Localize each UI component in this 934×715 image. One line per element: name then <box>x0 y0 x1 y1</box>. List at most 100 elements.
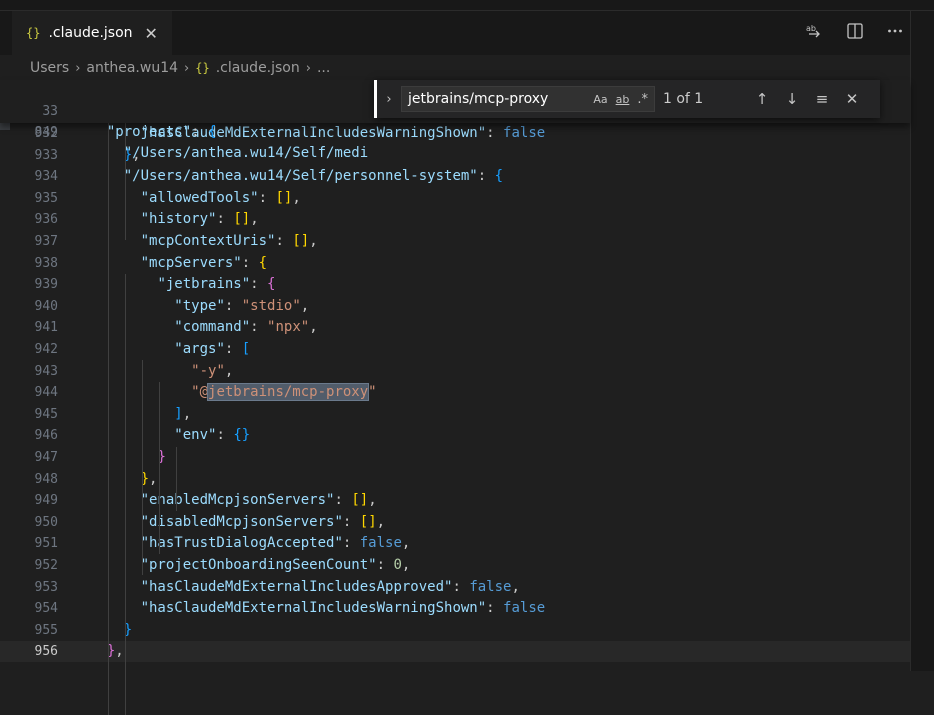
line-number: 943 <box>34 363 58 379</box>
code-text: "-y", <box>191 362 234 379</box>
find-input[interactable]: jetbrains/mcp-proxy Aa ab .* <box>401 86 655 112</box>
arrow-up-icon[interactable]: ↑ <box>747 90 777 108</box>
line-number: 954 <box>34 601 58 617</box>
code-line[interactable]: 942 "args": [ <box>0 339 910 360</box>
line-number: 941 <box>34 320 58 336</box>
arrow-down-icon[interactable]: ↓ <box>777 90 807 108</box>
code-line[interactable]: 943 "-y", <box>0 361 910 382</box>
find-query[interactable]: jetbrains/mcp-proxy <box>408 91 585 107</box>
whole-word-icon[interactable]: ab <box>616 93 630 106</box>
code-line[interactable]: 953 "hasClaudeMdExternalIncludesApproved… <box>0 577 910 598</box>
code-line[interactable]: 938 "mcpServers": { <box>0 253 910 274</box>
line-number: 952 <box>34 558 58 573</box>
line-number: 939 <box>34 277 58 293</box>
code-text: "enabledMcpjsonServers": [], <box>140 492 377 509</box>
code-text: "hasClaudeMdExternalIncludesApproved": f… <box>140 578 520 595</box>
code-line[interactable]: 955 } <box>0 620 910 641</box>
code-text: "hasTrustDialogAccepted": false, <box>140 535 411 552</box>
close-icon[interactable]: ✕ <box>837 90 867 108</box>
breadcrumb-item-more[interactable]: ... <box>317 60 330 76</box>
indent-guide <box>108 123 109 715</box>
code-text: "history": [], <box>140 211 259 228</box>
chevron-right-icon: › <box>184 60 190 76</box>
code-line[interactable]: 940 "type": "stdio", <box>0 296 910 317</box>
line-number: 940 <box>34 298 58 314</box>
line-number: 945 <box>34 406 58 422</box>
line-number: 956 <box>34 644 58 660</box>
code-text: "/Users/anthea.wu14/Self/personnel-syste… <box>123 168 504 185</box>
more-actions-icon[interactable] <box>884 22 906 44</box>
code-line[interactable]: 947 } <box>0 447 910 468</box>
code-text: "env": {} <box>174 427 251 444</box>
code-line[interactable]: 946 "env": {} <box>0 425 910 446</box>
line-number: 951 <box>34 536 58 552</box>
code-text: "type": "stdio", <box>174 297 310 314</box>
breadcrumb-item-file[interactable]: .claude.json <box>216 60 300 76</box>
breadcrumb-item-user[interactable]: anthea.wu14 <box>86 60 178 76</box>
breadcrumb: Users › anthea.wu14 › {} .claude.json › … <box>30 56 330 80</box>
code-text: "projects": { <box>106 124 217 140</box>
line-number: 948 <box>34 471 58 487</box>
tab-label: .claude.json <box>48 25 133 41</box>
json-file-icon: {} <box>195 61 210 75</box>
code-text: "/Users/anthea.wu14/Self/medi <box>123 145 369 161</box>
code-text: "args": [ <box>174 341 251 357</box>
chevron-right-icon: › <box>305 60 311 76</box>
code-line[interactable]: 945 ], <box>0 404 910 425</box>
close-icon[interactable]: ✕ <box>145 24 158 43</box>
line-number: 849 <box>34 125 58 140</box>
indent-guide <box>142 360 143 575</box>
indent-guide <box>176 447 177 511</box>
line-number: 947 <box>34 450 58 465</box>
code-line[interactable]: 935 "allowedTools": [], <box>0 188 910 209</box>
title-bar <box>0 0 934 11</box>
minimap-gutter[interactable] <box>911 11 934 671</box>
tab-claude-json[interactable]: {} .claude.json ✕ <box>12 11 172 55</box>
code-text: } <box>157 449 166 465</box>
chevron-right-icon[interactable]: › <box>377 92 401 107</box>
indent-guide <box>125 274 126 715</box>
code-line[interactable]: 949 "enabledMcpjsonServers": [], <box>0 490 910 511</box>
code-line[interactable]: 944 "@jetbrains/mcp-proxy" <box>0 382 910 403</box>
code-text: ], <box>174 405 192 422</box>
find-in-selection-icon[interactable]: ≡ <box>807 90 837 108</box>
code-text: }, <box>106 643 124 660</box>
code-text: "@jetbrains/mcp-proxy" <box>191 383 377 402</box>
code-text: "mcpServers": { <box>140 254 268 271</box>
code-line[interactable]: 954 "hasClaudeMdExternalIncludesWarningS… <box>0 598 910 619</box>
indent-guide <box>159 382 160 554</box>
code-line[interactable]: 936 "history": [], <box>0 209 910 230</box>
line-number: 953 <box>34 579 58 595</box>
code-line[interactable]: 939 "jetbrains": { <box>0 274 910 295</box>
code-text: "hasClaudeMdExternalIncludesWarningShown… <box>140 600 546 617</box>
line-number: 949 <box>34 493 58 509</box>
line-number: 935 <box>34 190 58 206</box>
code-text: "jetbrains": { <box>157 276 276 293</box>
code-line[interactable]: 951 "hasTrustDialogAccepted": false, <box>0 533 910 554</box>
line-number: 955 <box>34 622 58 638</box>
code-line[interactable]: 950 "disabledMcpjsonServers": [], <box>0 512 910 533</box>
code-text: "projectOnboardingSeenCount": 0, <box>140 557 411 573</box>
regex-icon[interactable]: .* <box>637 92 648 107</box>
match-case-icon[interactable]: Aa <box>593 93 607 106</box>
line-number: 944 <box>34 385 58 401</box>
compare-icon[interactable]: ab <box>804 22 826 44</box>
breadcrumb-item-users[interactable]: Users <box>30 60 69 76</box>
line-number: 936 <box>34 212 58 228</box>
line-number: 942 <box>34 342 58 357</box>
svg-text:ab: ab <box>806 24 816 33</box>
split-editor-icon[interactable] <box>844 22 866 44</box>
code-line[interactable]: 937 "mcpContextUris": [], <box>0 231 910 252</box>
code-line[interactable]: 956 }, <box>0 641 910 663</box>
code-line[interactable]: 941 "command": "npx", <box>0 317 910 338</box>
code-editor[interactable]: 33 "projects": { 849 "/Users/anthea.wu14… <box>0 80 910 715</box>
code-text: "disabledMcpjsonServers": [], <box>140 513 386 530</box>
line-number: 937 <box>34 234 58 249</box>
code-line[interactable]: 952 "projectOnboardingSeenCount": 0, <box>0 555 910 576</box>
match-count: 1 of 1 <box>663 91 704 107</box>
code-line[interactable]: 948 }, <box>0 469 910 490</box>
code-text: "allowedTools": [], <box>140 189 301 206</box>
json-file-icon: {} <box>26 26 41 40</box>
code-line[interactable]: 934 "/Users/anthea.wu14/Self/personnel-s… <box>0 166 910 187</box>
find-widget: › jetbrains/mcp-proxy Aa ab .* 1 of 1 ↑ … <box>374 80 880 118</box>
